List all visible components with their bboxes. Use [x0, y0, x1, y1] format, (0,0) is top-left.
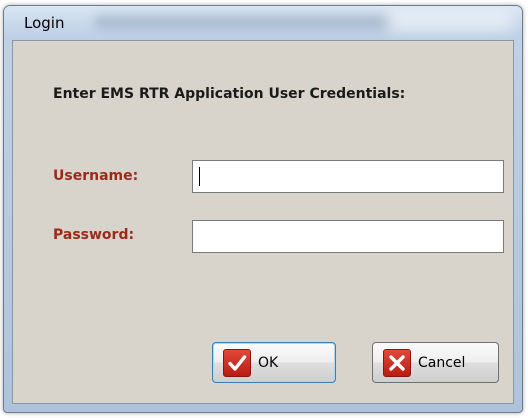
cancel-button-label: Cancel	[418, 354, 466, 371]
password-input[interactable]	[192, 220, 504, 253]
title-bar-glass-reflection	[94, 15, 394, 29]
credentials-heading: Enter EMS RTR Application User Credentia…	[53, 86, 406, 102]
x-cross-icon	[383, 348, 411, 377]
window-title: Login	[24, 14, 65, 32]
password-label: Password:	[53, 227, 135, 243]
login-dialog-window: Login Enter EMS RTR Application User Cre…	[3, 5, 523, 413]
ok-button[interactable]: OK	[212, 342, 336, 383]
username-label: Username:	[53, 168, 139, 184]
dialog-body: Enter EMS RTR Application User Credentia…	[12, 40, 514, 404]
title-bar-glass-highlight	[384, 10, 514, 32]
cancel-button[interactable]: Cancel	[372, 342, 499, 383]
title-bar[interactable]: Login	[4, 6, 522, 40]
text-cursor	[199, 167, 200, 186]
checkmark-icon	[223, 348, 251, 377]
username-input[interactable]	[192, 160, 504, 193]
ok-button-label: OK	[258, 354, 279, 371]
